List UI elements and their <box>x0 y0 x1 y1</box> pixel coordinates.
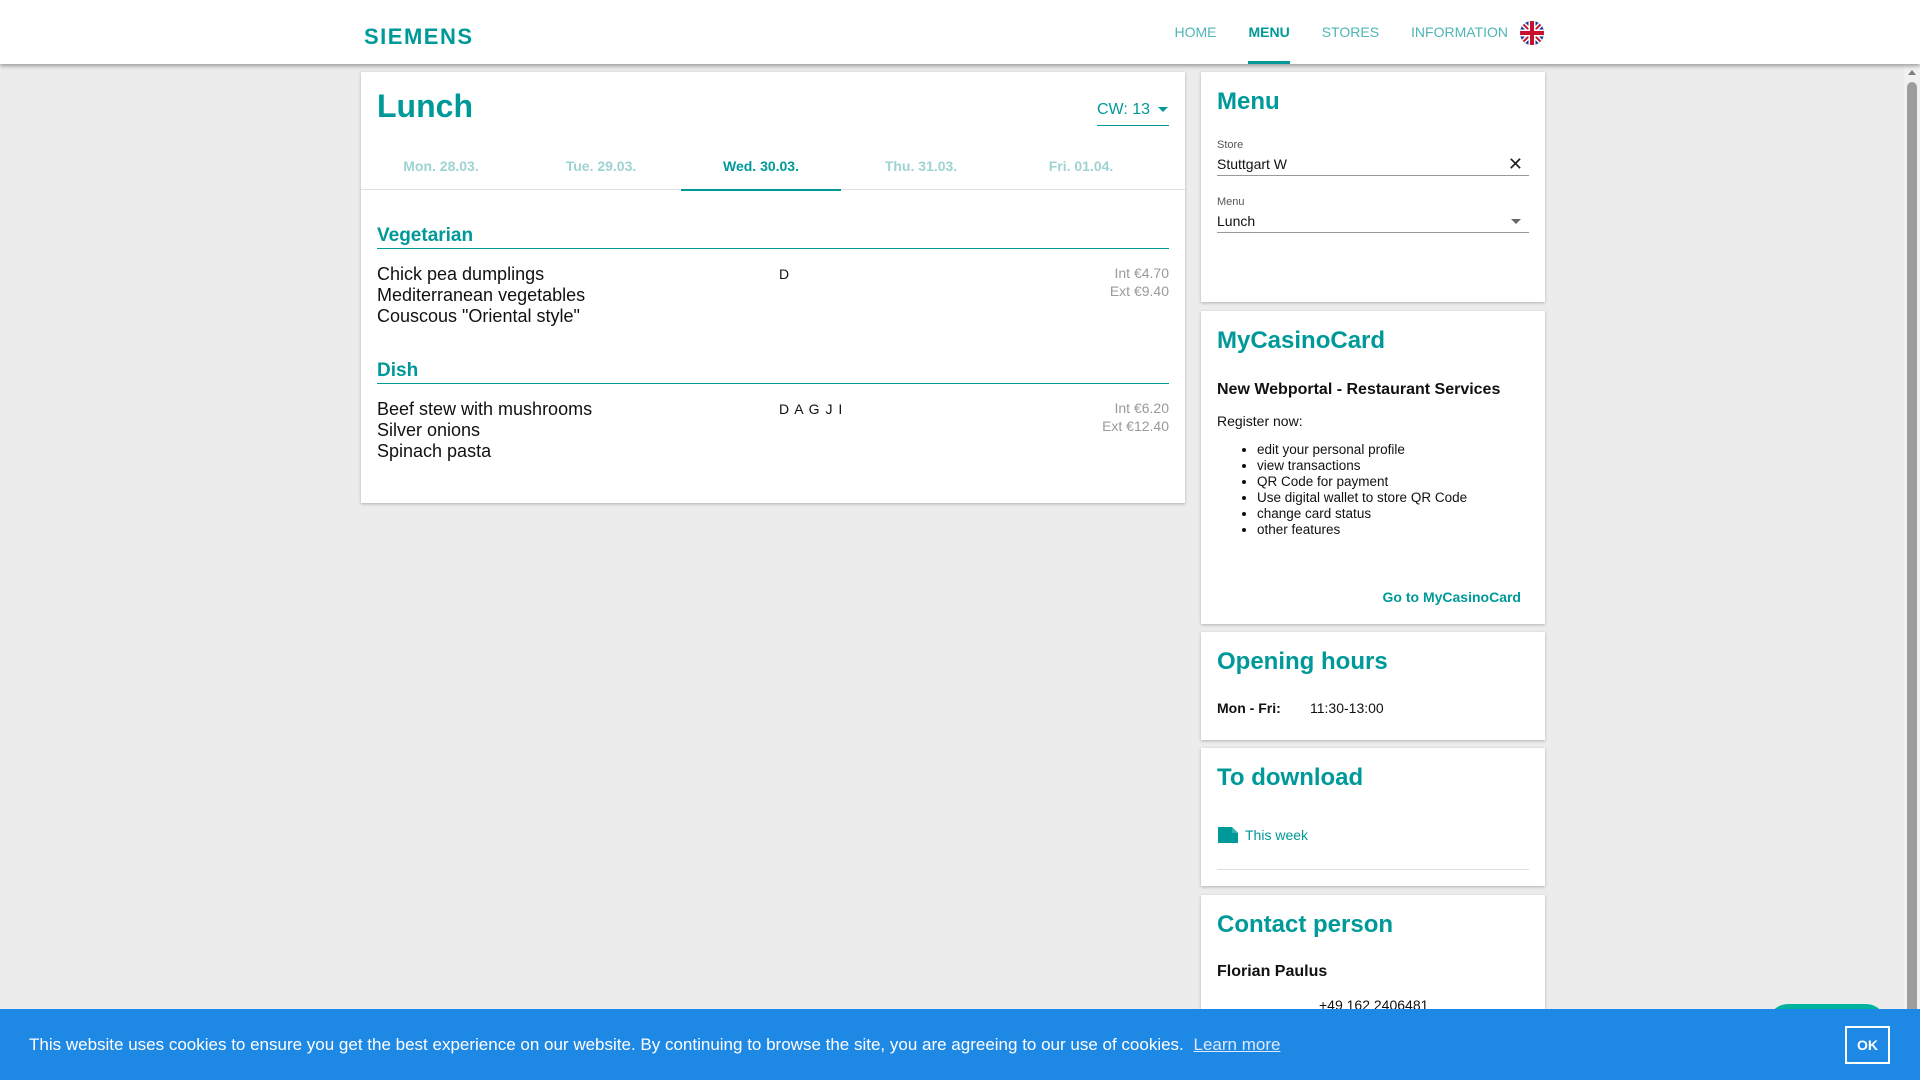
price-internal: Int €4.70 <box>1114 265 1170 281</box>
price-external: Ext €12.40 <box>1102 418 1169 434</box>
meal-description: Chick pea dumplings Mediterranean vegeta… <box>377 264 585 327</box>
cookie-ok-button[interactable]: OK <box>1845 1026 1890 1064</box>
dropdown-arrow-icon <box>1511 219 1521 224</box>
meal-price: Int €6.20 Ext €12.40 <box>1102 399 1169 435</box>
cookie-text: This website uses cookies to ensure you … <box>29 1035 1184 1054</box>
download-card: To download This week <box>1201 748 1545 886</box>
menu-select[interactable]: Lunch <box>1217 209 1529 233</box>
tab-day-mon[interactable]: Mon. 28.03. <box>361 142 521 190</box>
nav-information[interactable]: INFORMATION <box>1395 0 1524 64</box>
price-internal: Int €6.20 <box>1114 400 1170 416</box>
section-title-vegetarian: Vegetarian <box>377 225 1169 249</box>
store-label: Store <box>1217 139 1244 151</box>
contact-title: Contact person <box>1217 911 1394 938</box>
menu-card-title: Menu <box>1217 88 1280 115</box>
mycasinocard-title: MyCasinoCard <box>1217 327 1386 354</box>
menu-card: Menu Store Stuttgart W ✕ Menu Lunch <box>1201 72 1545 302</box>
tab-day-thu[interactable]: Thu. 31.03. <box>841 142 1001 190</box>
lunch-title: Lunch <box>377 88 473 124</box>
calendar-week-value: CW: 13 <box>1097 100 1151 118</box>
meal-line: Silver onions <box>377 420 481 440</box>
section-title-dish: Dish <box>377 360 1169 384</box>
dropdown-arrow-icon <box>1158 107 1169 112</box>
calendar-week-select[interactable]: CW: 13 <box>1097 94 1169 126</box>
meal-price: Int €4.70 Ext €9.40 <box>1110 264 1169 300</box>
opening-time: 11:30-13:00 <box>1310 700 1384 716</box>
menu-label: Menu <box>1217 196 1245 208</box>
list-item: other features <box>1257 522 1467 538</box>
feature-list: edit your personal profile view transact… <box>1257 442 1467 538</box>
mycasinocard-subtitle: New Webportal - Restaurant Services <box>1217 381 1501 398</box>
meal-allergens: D <box>779 266 791 282</box>
meal-allergens: D A G J I <box>779 401 844 417</box>
list-item: change card status <box>1257 506 1467 522</box>
tab-day-wed[interactable]: Wed. 30.03. <box>681 142 841 191</box>
tab-day-tue[interactable]: Tue. 29.03. <box>521 142 681 190</box>
meal-description: Beef stew with mushrooms Silver onions S… <box>377 399 592 462</box>
cookie-message: This website uses cookies to ensure you … <box>29 1035 1280 1055</box>
uk-flag-icon[interactable] <box>1520 21 1544 45</box>
nav-menu[interactable]: MENU <box>1232 0 1305 64</box>
mycasinocard-card: MyCasinoCard New Webportal - Restaurant … <box>1201 311 1545 624</box>
tab-day-fri[interactable]: Fri. 01.04. <box>1001 142 1161 190</box>
list-item: edit your personal profile <box>1257 442 1467 458</box>
list-item: view transactions <box>1257 458 1467 474</box>
main-nav: HOME MENU STORES INFORMATION <box>1158 0 1524 64</box>
page-scrollbar[interactable] <box>1904 64 1920 1064</box>
meal-line: Couscous "Oriental style" <box>377 306 580 326</box>
download-item-label[interactable]: This week <box>1245 827 1308 843</box>
store-input[interactable]: Stuttgart W ✕ <box>1217 152 1529 176</box>
cookie-banner: This website uses cookies to ensure you … <box>0 1009 1920 1080</box>
menu-value: Lunch <box>1217 212 1256 229</box>
go-to-mycasinocard-link[interactable]: Go to MyCasinoCard <box>1383 589 1521 605</box>
clear-icon[interactable]: ✕ <box>1508 154 1523 175</box>
price-external: Ext €9.40 <box>1109 283 1169 299</box>
learn-more-link[interactable]: Learn more <box>1194 1035 1281 1054</box>
contact-card: Contact person Florian Paulus +49 162 24… <box>1201 895 1545 1025</box>
file-icon <box>1218 827 1238 843</box>
register-text: Register now: <box>1217 413 1303 429</box>
nav-home[interactable]: HOME <box>1158 0 1232 64</box>
contact-name: Florian Paulus <box>1217 963 1328 980</box>
lunch-card: Lunch CW: 13 Mon. 28.03. Tue. 29.03. Wed… <box>361 72 1185 503</box>
list-item: Use digital wallet to store QR Code <box>1257 490 1467 506</box>
opening-hours-row: Mon - Fri: 11:30-13:00 <box>1217 700 1384 716</box>
store-value: Stuttgart W <box>1217 155 1288 172</box>
meal-line: Spinach pasta <box>377 441 492 461</box>
nav-stores[interactable]: STORES <box>1306 0 1395 64</box>
meal-line: Mediterranean vegetables <box>377 285 586 305</box>
day-tabs: Mon. 28.03. Tue. 29.03. Wed. 30.03. Thu.… <box>361 142 1185 191</box>
download-this-week[interactable]: This week <box>1217 822 1529 870</box>
meal-line: Chick pea dumplings <box>377 264 545 284</box>
opening-hours-card: Opening hours Mon - Fri: 11:30-13:00 <box>1201 632 1545 740</box>
meal-line: Beef stew with mushrooms <box>377 399 593 419</box>
opening-hours-title: Opening hours <box>1217 648 1388 675</box>
list-item: QR Code for payment <box>1257 474 1467 490</box>
top-bar: SIEMENS HOME MENU STORES INFORMATION <box>0 0 1920 64</box>
opening-days: Mon - Fri: <box>1217 700 1281 716</box>
scroll-up-icon[interactable] <box>1908 70 1916 75</box>
siemens-logo[interactable]: SIEMENS <box>364 24 474 50</box>
scrollbar-thumb[interactable] <box>1907 82 1917 1064</box>
download-title: To download <box>1217 764 1364 791</box>
